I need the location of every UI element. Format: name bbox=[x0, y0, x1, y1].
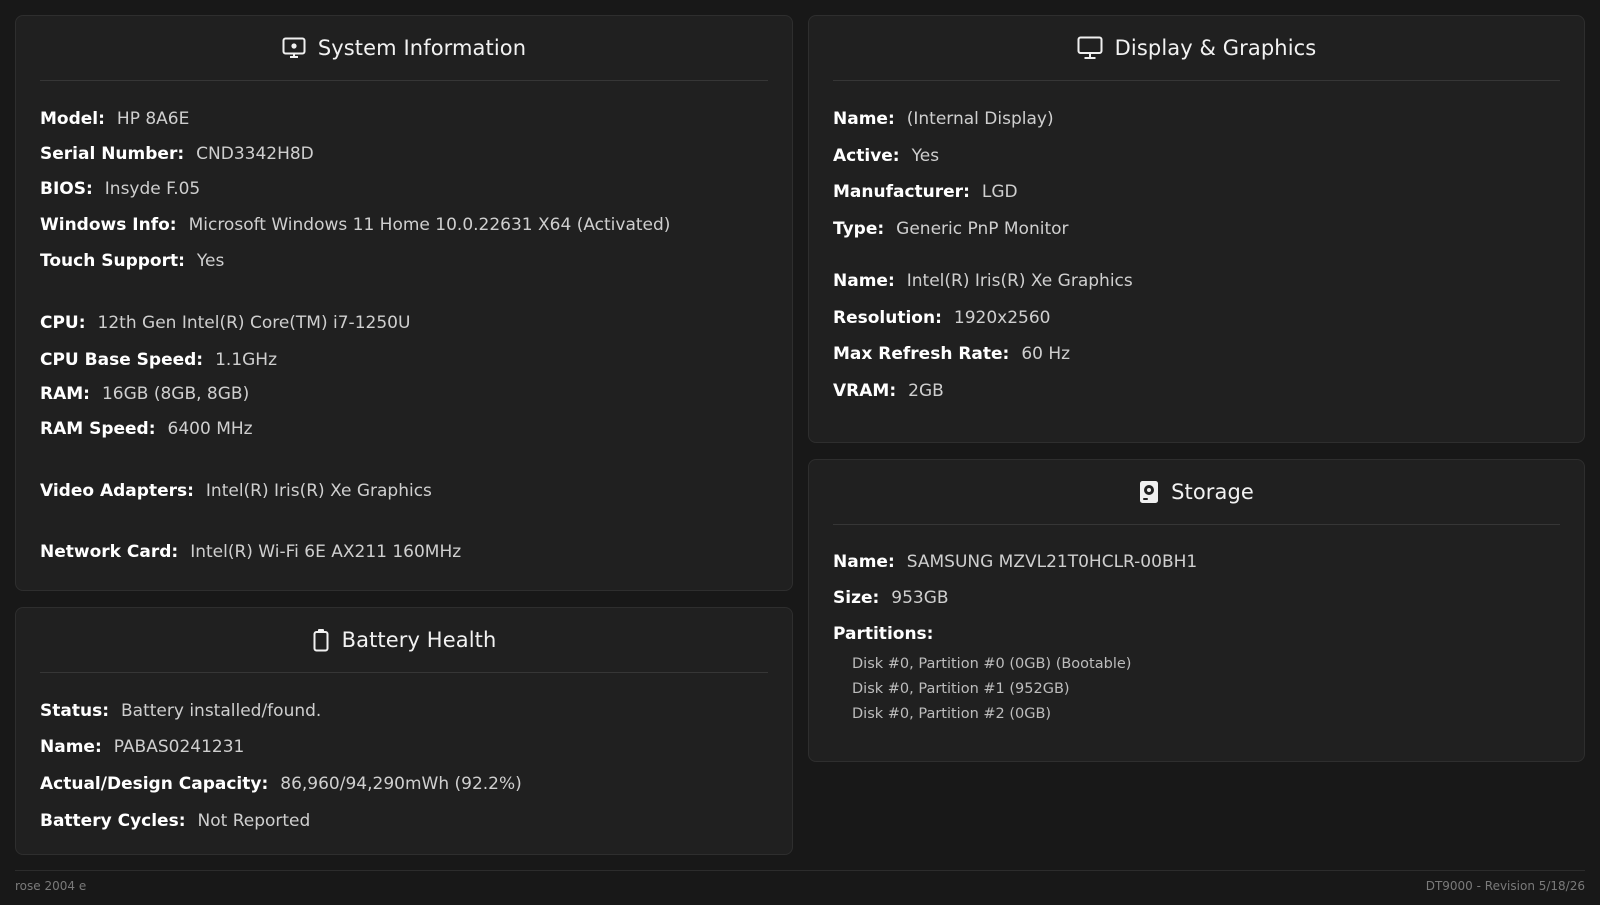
network-row: Network Card: Intel(R) Wi-Fi 6E AX211 160… bbox=[40, 541, 461, 563]
serial-value: CND3342H8D bbox=[196, 144, 314, 164]
video-row: Video Adapters: Intel(R) Iris(R) Xe Graph… bbox=[40, 480, 432, 502]
cpu-label: CPU: bbox=[40, 313, 86, 333]
battery-health-card: Battery Health Status: Battery installed/… bbox=[15, 607, 793, 855]
system-information-title: System Information bbox=[317, 36, 527, 60]
gpu-vram-row: VRAM: 2GB bbox=[833, 380, 944, 402]
battery-health-title: Battery Health bbox=[341, 628, 497, 652]
storage-size-row: Size: 953GB bbox=[833, 587, 949, 609]
ram-speed-value: 6400 MHz bbox=[167, 419, 253, 439]
gpu-resolution-label: Resolution: bbox=[833, 308, 942, 328]
battery-status-row: Status: Battery installed/found. bbox=[40, 700, 321, 722]
touch-value: Yes bbox=[196, 251, 225, 271]
bios-value: Insyde F.05 bbox=[104, 179, 201, 199]
model-label: Model: bbox=[40, 109, 105, 129]
monitor-type-row: Type: Generic PnP Monitor bbox=[833, 218, 1069, 240]
cpu-row: CPU: 12th Gen Intel(R) Core(TM) i7-1250U bbox=[40, 312, 410, 334]
gpu-name-label: Name: bbox=[833, 271, 895, 291]
cpu-speed-value: 1.1GHz bbox=[215, 350, 278, 370]
battery-cycles-row: Battery Cycles: Not Reported bbox=[40, 810, 310, 832]
monitor-name-value: (Internal Display) bbox=[906, 109, 1054, 129]
monitor-active-row: Active: Yes bbox=[833, 145, 939, 167]
network-label: Network Card: bbox=[40, 542, 179, 562]
gpu-resolution-value: 1920x2560 bbox=[953, 308, 1051, 328]
storage-partitions-row: Partitions: bbox=[833, 623, 945, 645]
cpu-speed-row: CPU Base Speed: 1.1GHz bbox=[40, 349, 277, 371]
ram-speed-label: RAM Speed: bbox=[40, 419, 156, 439]
ram-value: 16GB (8GB, 8GB) bbox=[101, 384, 250, 404]
battery-capacity-value: 86,960/94,290mWh (92.2%) bbox=[280, 774, 522, 794]
touch-label: Touch Support: bbox=[40, 251, 185, 271]
ram-row: RAM: 16GB (8GB, 8GB) bbox=[40, 383, 249, 405]
system-information-card: System Information Model: HP 8A6E Serial … bbox=[15, 15, 793, 591]
hard-drive-icon bbox=[1139, 480, 1159, 504]
battery-capacity-label: Actual/Design Capacity: bbox=[40, 774, 269, 794]
gpu-refresh-label: Max Refresh Rate: bbox=[833, 344, 1010, 364]
monitor-manufacturer-row: Manufacturer: LGD bbox=[833, 181, 1018, 203]
storage-name-value: SAMSUNG MZVL21T0HCLR-00BH1 bbox=[906, 552, 1198, 572]
monitor-name-label: Name: bbox=[833, 109, 895, 129]
battery-cycles-value: Not Reported bbox=[197, 811, 311, 831]
storage-size-label: Size: bbox=[833, 588, 880, 608]
monitor-active-label: Active: bbox=[833, 146, 900, 166]
video-label: Video Adapters: bbox=[40, 481, 194, 501]
gpu-vram-value: 2GB bbox=[908, 381, 944, 401]
gpu-resolution-row: Resolution: 1920x2560 bbox=[833, 307, 1050, 329]
gpu-refresh-value: 60 Hz bbox=[1021, 344, 1071, 364]
battery-health-header: Battery Health bbox=[40, 608, 768, 673]
serial-row: Serial Number: CND3342H8D bbox=[40, 143, 314, 165]
windows-value: Microsoft Windows 11 Home 10.0.22631 X64… bbox=[188, 215, 671, 235]
battery-cycles-label: Battery Cycles: bbox=[40, 811, 186, 831]
battery-name-label: Name: bbox=[40, 737, 102, 757]
storage-title: Storage bbox=[1171, 480, 1254, 504]
cpu-value: 12th Gen Intel(R) Core(TM) i7-1250U bbox=[97, 313, 411, 333]
display-graphics-header: Display & Graphics bbox=[833, 16, 1560, 81]
gpu-name-value: Intel(R) Iris(R) Xe Graphics bbox=[906, 271, 1133, 291]
ram-speed-row: RAM Speed: 6400 MHz bbox=[40, 418, 253, 440]
gpu-vram-label: VRAM: bbox=[833, 381, 897, 401]
partition-item: Disk #0, Partition #0 (0GB) (Bootable) bbox=[852, 656, 1132, 672]
serial-label: Serial Number: bbox=[40, 144, 185, 164]
monitor-manufacturer-value: LGD bbox=[981, 182, 1018, 202]
partition-item: Disk #0, Partition #2 (0GB) bbox=[852, 706, 1052, 722]
ram-label: RAM: bbox=[40, 384, 90, 404]
monitor-type-label: Type: bbox=[833, 219, 885, 239]
battery-status-label: Status: bbox=[40, 701, 109, 721]
battery-name-value: PABAS0241231 bbox=[113, 737, 245, 757]
battery-capacity-row: Actual/Design Capacity: 86,960/94,290mWh … bbox=[40, 773, 522, 795]
battery-status-value: Battery installed/found. bbox=[121, 701, 322, 721]
monitor-active-value: Yes bbox=[911, 146, 940, 166]
storage-name-label: Name: bbox=[833, 552, 895, 572]
storage-size-value: 953GB bbox=[891, 588, 949, 608]
partition-item: Disk #0, Partition #1 (952GB) bbox=[852, 681, 1070, 697]
footer-divider bbox=[15, 870, 1585, 871]
storage-name-row: Name: SAMSUNG MZVL21T0HCLR-00BH1 bbox=[833, 551, 1197, 573]
display-graphics-card: Display & Graphics Name: (Internal Displa… bbox=[808, 15, 1585, 443]
storage-header: Storage bbox=[833, 460, 1560, 525]
storage-partitions-label: Partitions: bbox=[833, 624, 934, 644]
storage-card: Storage Name: SAMSUNG MZVL21T0HCLR-00BH1 … bbox=[808, 459, 1585, 762]
model-value: HP 8A6E bbox=[116, 109, 190, 129]
video-value: Intel(R) Iris(R) Xe Graphics bbox=[205, 481, 432, 501]
monitor-name-row: Name: (Internal Display) bbox=[833, 108, 1054, 130]
monitor-type-value: Generic PnP Monitor bbox=[896, 219, 1069, 239]
bios-row: BIOS: Insyde F.05 bbox=[40, 178, 200, 200]
laptop-icon bbox=[282, 37, 306, 59]
touch-row: Touch Support: Yes bbox=[40, 250, 224, 272]
network-value: Intel(R) Wi-Fi 6E AX211 160MHz bbox=[190, 542, 462, 562]
monitor-icon bbox=[1077, 36, 1103, 60]
battery-name-row: Name: PABAS0241231 bbox=[40, 736, 244, 758]
footer-left-text: rose 2004 e bbox=[15, 879, 87, 893]
system-information-header: System Information bbox=[40, 16, 768, 81]
display-graphics-title: Display & Graphics bbox=[1114, 36, 1317, 60]
windows-row: Windows Info: Microsoft Windows 11 Home 1… bbox=[40, 214, 670, 236]
battery-icon bbox=[312, 628, 330, 652]
gpu-name-row: Name: Intel(R) Iris(R) Xe Graphics bbox=[833, 270, 1133, 292]
model-row: Model: HP 8A6E bbox=[40, 108, 189, 130]
footer-revision-text: DT9000 - Revision 5/18/26 bbox=[1425, 879, 1585, 893]
cpu-speed-label: CPU Base Speed: bbox=[40, 350, 204, 370]
windows-label: Windows Info: bbox=[40, 215, 177, 235]
gpu-refresh-row: Max Refresh Rate: 60 Hz bbox=[833, 343, 1070, 365]
bios-label: BIOS: bbox=[40, 179, 93, 199]
monitor-manufacturer-label: Manufacturer: bbox=[833, 182, 970, 202]
